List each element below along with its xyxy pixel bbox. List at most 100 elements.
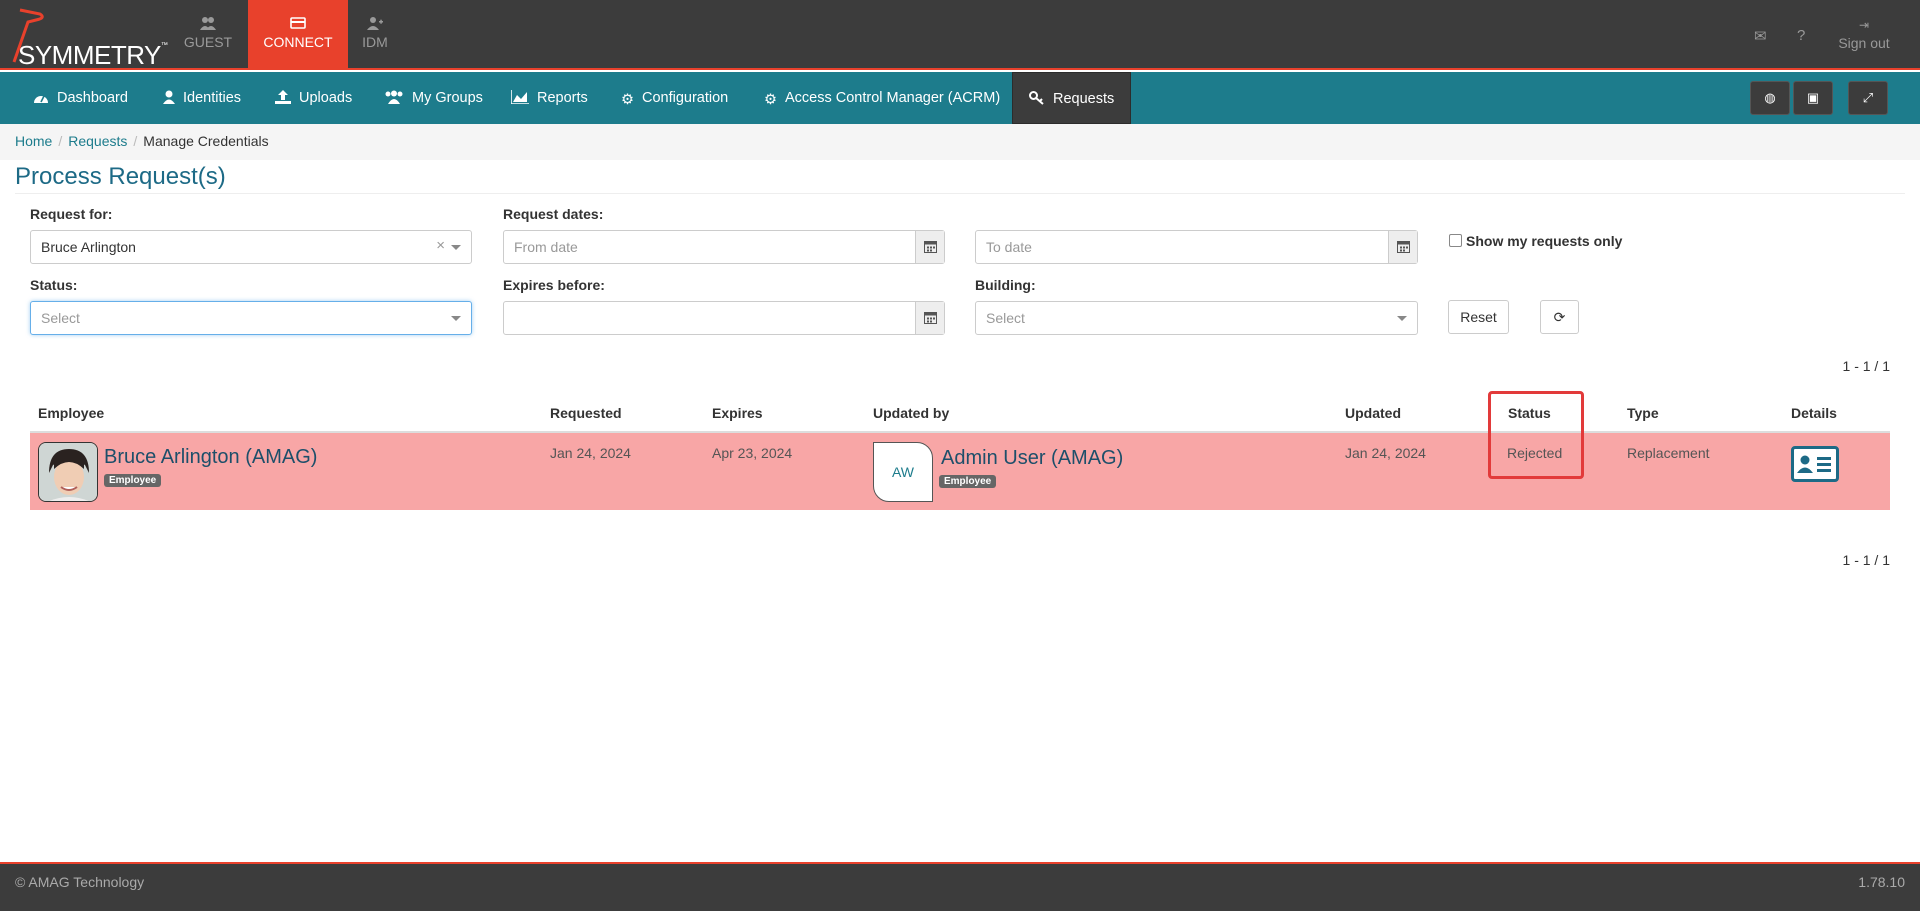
request-dates-label: Request dates: — [503, 206, 604, 222]
breadcrumb-home[interactable]: Home — [15, 133, 52, 149]
employee-photo — [39, 443, 97, 501]
expires-before-label: Expires before: — [503, 277, 605, 293]
employee-avatar — [38, 442, 98, 502]
breadcrumb-requests[interactable]: Requests — [68, 133, 127, 149]
request-for-label: Request for: — [30, 206, 113, 222]
status-placeholder: Select — [41, 310, 80, 326]
refresh-icon: ⟳ — [1553, 309, 1566, 325]
nav-dashboard[interactable]: Dashboard — [33, 72, 128, 124]
title-divider — [15, 193, 1905, 194]
pager-top: 1 - 1 / 1 — [1842, 358, 1890, 374]
top-bar: SYMMETRY™ GUEST CONNECT IDM ✉ ? ⇥ Sign o… — [0, 0, 1920, 70]
show-my-requests-label[interactable]: Show my requests only — [1466, 233, 1622, 249]
gear-icon: ⚙ — [621, 92, 634, 108]
expand-icon: ⤢ — [1862, 90, 1874, 105]
sign-out-button[interactable]: ⇥ Sign out — [1836, 18, 1892, 51]
app-tab-idm[interactable]: IDM — [325, 0, 425, 70]
nav-label: My Groups — [412, 90, 483, 106]
col-header-updated[interactable]: Updated — [1345, 405, 1401, 421]
col-header-updated-by[interactable]: Updated by — [873, 405, 949, 421]
updated-by-avatar: AW — [873, 442, 933, 502]
sign-out-label: Sign out — [1838, 35, 1890, 51]
details-button — [1797, 455, 1831, 473]
nav-label: Requests — [1053, 91, 1115, 107]
copyright-text: © AMAG Technology — [15, 874, 145, 890]
version-text: 1.78.10 — [1858, 874, 1905, 890]
nav-label: Reports — [537, 90, 588, 106]
col-header-requested[interactable]: Requested — [550, 405, 622, 421]
nav-uploads[interactable]: Uploads — [275, 72, 352, 124]
requested-date: Jan 24, 2024 — [550, 445, 631, 461]
breadcrumb-separator: / — [133, 133, 138, 149]
globe-button[interactable]: ◍ — [1750, 81, 1790, 115]
expires-before-input[interactable] — [503, 301, 945, 335]
nav-label: Configuration — [642, 90, 729, 106]
status-select[interactable]: Select — [30, 301, 472, 335]
from-date-calendar-button[interactable] — [915, 231, 944, 263]
app-tab-label: IDM — [362, 34, 388, 50]
globe-icon: ◍ — [1764, 90, 1776, 105]
question-icon[interactable]: ? — [1797, 27, 1805, 44]
request-for-value: Bruce Arlington — [41, 239, 136, 255]
breadcrumb-current: Manage Credentials — [143, 133, 269, 149]
from-date-placeholder: From date — [514, 239, 578, 255]
to-date-placeholder: To date — [986, 239, 1032, 255]
employee-badge: Employee — [104, 474, 162, 487]
nav-my-groups[interactable]: My Groups — [384, 72, 483, 124]
show-my-requests-checkbox[interactable] — [1449, 234, 1462, 247]
status-highlight-box — [1488, 391, 1584, 479]
calendar-icon — [924, 241, 937, 253]
credit-card-icon — [290, 17, 306, 29]
building-select[interactable]: Select — [975, 301, 1418, 335]
refresh-button[interactable]: ⟳ — [1540, 300, 1579, 334]
group-icon — [385, 90, 403, 104]
request-for-select[interactable]: Bruce Arlington × — [30, 230, 472, 264]
reset-button[interactable]: Reset — [1448, 300, 1509, 334]
main-nav: Dashboard Identities Uploads My Groups R… — [0, 72, 1920, 124]
nav-reports[interactable]: Reports — [511, 72, 588, 124]
breadcrumb: Home / Requests / Manage Credentials — [0, 124, 1920, 160]
users-icon — [200, 17, 216, 30]
table-row[interactable] — [30, 433, 1890, 510]
lock-button[interactable]: ▣ — [1793, 81, 1833, 115]
app-tab-label: CONNECT — [263, 34, 333, 50]
logo-text: SYMMETRY™ — [18, 40, 168, 70]
col-header-employee[interactable]: Employee — [38, 405, 104, 421]
nav-requests[interactable]: Requests — [1012, 72, 1132, 124]
nav-label: Access Control Manager (ACRM) — [785, 90, 1001, 106]
calendar-icon — [924, 312, 937, 324]
to-date-calendar-button[interactable] — [1388, 231, 1417, 263]
col-header-details[interactable]: Details — [1791, 405, 1837, 421]
user-icon — [163, 90, 175, 104]
chevron-down-icon — [451, 316, 461, 321]
updated-by-badge: Employee — [939, 475, 997, 488]
app-tab-label: GUEST — [183, 34, 233, 50]
building-label: Building: — [975, 277, 1036, 293]
building-placeholder: Select — [986, 310, 1025, 326]
expand-button[interactable]: ⤢ — [1848, 81, 1888, 115]
chevron-down-icon — [1397, 316, 1407, 321]
nav-acrm[interactable]: ⚙ Access Control Manager (ACRM) — [764, 72, 1000, 124]
nav-identities[interactable]: Identities — [163, 72, 241, 124]
id-card-icon[interactable] — [1791, 446, 1839, 482]
expires-calendar-button[interactable] — [915, 302, 944, 334]
nav-label: Dashboard — [57, 90, 128, 106]
chevron-down-icon — [451, 245, 461, 250]
col-header-type[interactable]: Type — [1627, 405, 1659, 421]
user-plus-icon — [367, 17, 383, 30]
dashboard-icon — [34, 95, 48, 103]
employee-name[interactable]: Bruce Arlington (AMAG) — [104, 446, 317, 469]
to-date-input[interactable]: To date — [975, 230, 1418, 264]
nav-label: Identities — [183, 90, 242, 106]
symmetry-logo[interactable]: SYMMETRY™ — [6, 6, 168, 70]
clear-icon[interactable]: × — [436, 237, 445, 254]
from-date-input[interactable]: From date — [503, 230, 945, 264]
envelope-icon[interactable]: ✉ — [1754, 27, 1767, 45]
app-tab-guest[interactable]: GUEST — [158, 0, 258, 70]
nav-configuration[interactable]: ⚙ Configuration — [621, 72, 728, 124]
updated-by-name[interactable]: Admin User (AMAG) — [941, 447, 1123, 470]
area-chart-icon — [511, 90, 529, 104]
pager-bottom: 1 - 1 / 1 — [1842, 552, 1890, 568]
col-header-expires[interactable]: Expires — [712, 405, 763, 421]
type-value: Replacement — [1627, 445, 1710, 461]
